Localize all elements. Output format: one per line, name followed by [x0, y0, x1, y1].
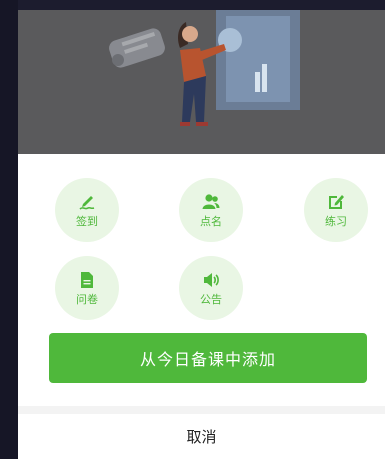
speaker-icon — [204, 273, 219, 287]
action-sign-in[interactable]: 签到 — [55, 178, 119, 242]
section-divider — [18, 406, 385, 414]
presenter-illustration — [109, 10, 300, 126]
action-label: 签到 — [76, 215, 98, 228]
document-icon — [81, 272, 93, 288]
action-label: 练习 — [325, 215, 347, 228]
action-roll-call[interactable]: 点名 — [179, 178, 243, 242]
action-practice[interactable]: 练习 — [304, 178, 368, 242]
backdrop-overlay — [0, 0, 18, 459]
action-questionnaire[interactable]: 问卷 — [55, 256, 119, 320]
illustration-legs — [182, 76, 206, 122]
illustration-bar-2 — [262, 64, 267, 92]
illustration-head — [182, 26, 198, 42]
illustration-shoe-left — [180, 122, 190, 126]
illustration-chat-dot — [112, 54, 124, 66]
add-from-today-prep-button[interactable]: 从今日备课中添加 — [49, 333, 367, 383]
cancel-button[interactable]: 取消 — [18, 414, 385, 459]
action-label: 问卷 — [76, 293, 98, 306]
edit-square-icon — [329, 195, 344, 209]
users-icon — [202, 194, 220, 209]
action-announcement[interactable]: 公告 — [179, 256, 243, 320]
action-sheet: 签到 点名 练习 问卷 公告 从今日备课中添加 取消 — [18, 10, 385, 459]
illustration-shoe-right — [196, 122, 208, 126]
action-label: 公告 — [200, 293, 222, 306]
pen-sign-icon — [79, 196, 95, 210]
action-label: 点名 — [200, 215, 222, 228]
hero-illustration — [18, 10, 385, 154]
illustration-bar-1 — [255, 72, 260, 92]
